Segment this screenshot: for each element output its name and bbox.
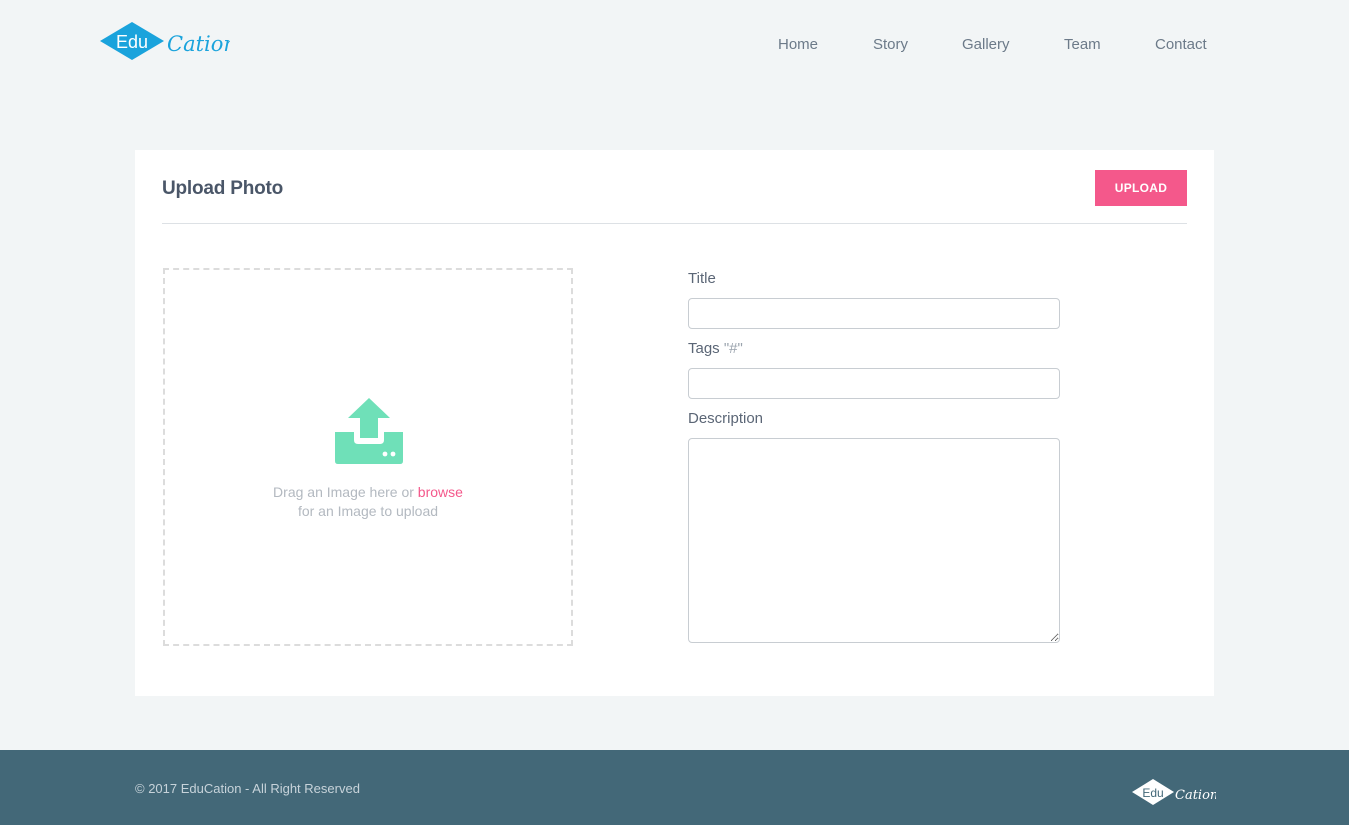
dropzone-instructions: Drag an Image here or browse for an Imag…: [165, 483, 571, 521]
copyright-text: © 2017 EduCation - All Right Reserved: [135, 781, 360, 796]
site-footer: © 2017 EduCation - All Right Reserved Ed…: [0, 750, 1349, 825]
upload-button[interactable]: UPLOAD: [1095, 170, 1187, 206]
footer-logo[interactable]: Edu Cation: [1132, 777, 1218, 807]
upload-tray-icon: [335, 398, 403, 464]
dropzone-text-after: for an Image to upload: [297, 503, 439, 519]
tags-hint: "#": [723, 340, 743, 357]
site-header: Edu Cation Home Story Gallery Team Conta…: [0, 0, 1349, 90]
main-nav: Home Story Gallery Team Contact: [0, 36, 1349, 56]
nav-contact[interactable]: Contact: [1155, 36, 1207, 53]
nav-team[interactable]: Team: [1064, 36, 1101, 53]
tags-label-text: Tags: [688, 340, 724, 357]
nav-story[interactable]: Story: [873, 36, 908, 53]
header-divider: [162, 223, 1187, 224]
description-textarea[interactable]: [688, 438, 1060, 643]
nav-gallery[interactable]: Gallery: [962, 36, 1010, 53]
image-dropzone[interactable]: Drag an Image here or browse for an Imag…: [163, 268, 573, 646]
title-label: Title: [688, 270, 716, 287]
footer-logo-graphic: Edu Cation: [1132, 779, 1218, 805]
description-label: Description: [688, 410, 764, 427]
footer-logo-text-cation: Cation: [1175, 788, 1216, 803]
upload-card: Upload Photo UPLOAD Drag an Image here o…: [135, 150, 1214, 696]
page-title: Upload Photo: [162, 178, 284, 199]
tags-label: Tags "#": [688, 340, 743, 357]
nav-home[interactable]: Home: [778, 36, 818, 53]
title-input[interactable]: [688, 298, 1060, 329]
dropzone-text-before: Drag an Image here or: [273, 484, 418, 500]
browse-link[interactable]: browse: [418, 484, 463, 500]
footer-logo-text-edu: Edu: [1142, 786, 1163, 800]
tags-input[interactable]: [688, 368, 1060, 399]
